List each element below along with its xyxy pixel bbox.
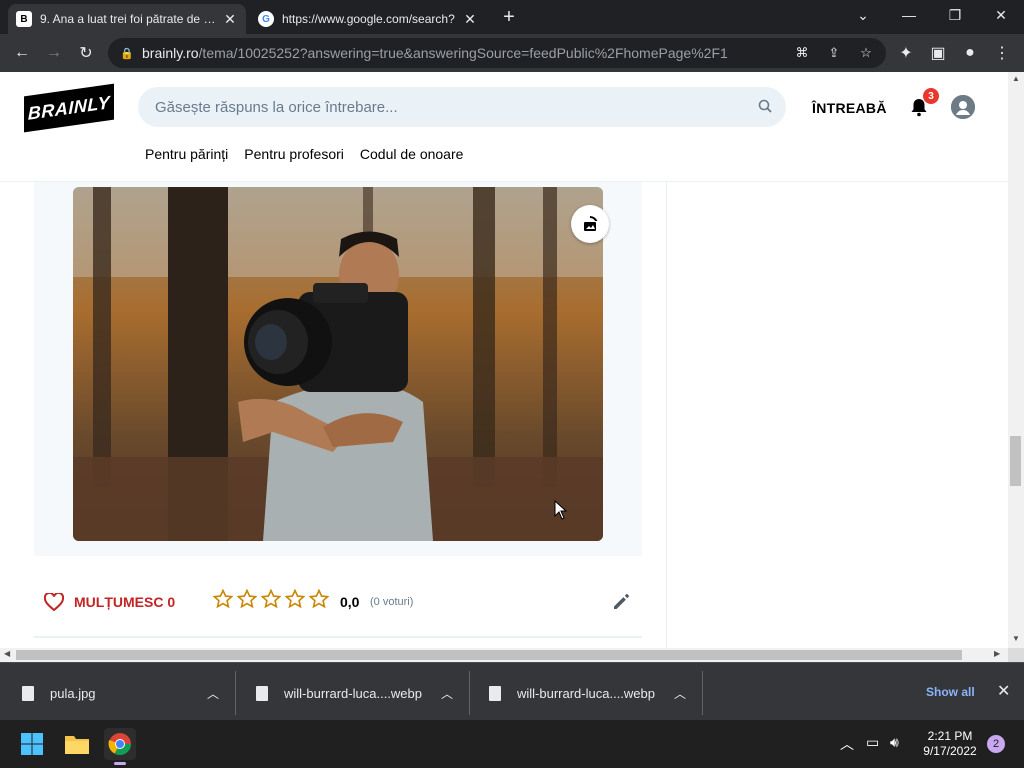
ask-button[interactable]: ÎNTREABĂ — [812, 100, 887, 116]
brainly-logo[interactable]: BRAINLY — [24, 83, 114, 133]
section-divider — [34, 636, 642, 638]
active-app-indicator — [114, 762, 126, 765]
back-button[interactable]: ← — [10, 41, 34, 65]
tab-strip: B 9. Ana a luat trei foi pătrate de ca ✕… — [0, 0, 1024, 34]
download-item[interactable]: will-burrard-luca....webp ︿ — [470, 671, 703, 715]
page-viewport: BRAINLY Găsește răspuns la orice întreba… — [0, 72, 1008, 648]
windows-taskbar: ︿ ▭ 🔊︎ 2:21 PM 9/17/2022 2 — [0, 720, 1024, 768]
file-icon — [489, 685, 501, 701]
download-filename: will-burrard-luca....webp — [517, 685, 655, 701]
network-icon[interactable]: ▭ — [866, 734, 879, 751]
side-panel-icon[interactable]: ▣ — [926, 41, 950, 65]
subnav-parents-link[interactable]: Pentru părinți — [145, 146, 228, 162]
mouse-cursor-icon — [554, 499, 568, 525]
close-download-bar-icon[interactable]: ✕ — [997, 681, 1010, 701]
vertical-scrollbar[interactable]: ▲ ▼ — [1008, 72, 1024, 648]
url-host: brainly.ro — [142, 45, 199, 61]
download-filename: pula.jpg — [50, 685, 96, 701]
reload-button[interactable]: ↻ — [74, 41, 98, 65]
brainly-favicon-icon: B — [16, 11, 32, 27]
minimize-button[interactable]: — — [886, 0, 932, 30]
chevron-up-icon[interactable]: ︿ — [441, 685, 453, 702]
lock-icon: 🔒 — [120, 47, 134, 60]
volume-icon[interactable]: 🔊︎ — [890, 734, 899, 751]
site-header: BRAINLY Găsește răspuns la orice întreba… — [0, 72, 1008, 182]
heart-icon — [44, 593, 64, 611]
thanks-button[interactable]: MULȚUMESC 0 — [44, 589, 175, 615]
file-icon — [256, 685, 268, 701]
rating-value: 0,0 — [340, 594, 360, 610]
close-window-button[interactable]: ✕ — [978, 0, 1024, 30]
download-item[interactable]: will-burrard-luca....webp ︿ — [236, 671, 470, 715]
download-filename: will-burrard-luca....webp — [284, 685, 422, 701]
chevron-up-icon[interactable]: ︿ — [207, 685, 219, 702]
vote-count: (0 voturi) — [370, 596, 414, 608]
subnav-honor-code-link[interactable]: Codul de onoare — [360, 146, 464, 162]
star-rating[interactable] — [213, 589, 329, 609]
answer-attachment-image[interactable] — [73, 187, 603, 541]
download-bar: pula.jpg ︿ will-burrard-luca....webp ︿ w… — [0, 662, 1024, 720]
download-item[interactable]: pula.jpg ︿ — [0, 671, 236, 715]
restore-button[interactable]: ❐ — [932, 0, 978, 30]
rotate-image-icon[interactable] — [571, 205, 609, 243]
tab-title: https://www.google.com/search? — [282, 12, 455, 26]
new-tab-button[interactable]: + — [498, 6, 520, 28]
tab-search-chevron-icon[interactable]: ⌄ — [840, 0, 886, 30]
clock-date: 9/17/2022 — [923, 744, 977, 758]
browser-toolbar: ← → ↻ 🔒 brainly.ro /tema/10025252?answer… — [0, 34, 1024, 72]
notification-badge: 3 — [923, 88, 939, 104]
edit-pencil-icon[interactable] — [611, 590, 633, 612]
search-icon[interactable] — [758, 99, 772, 116]
forward-button[interactable]: → — [42, 41, 66, 65]
extensions-icon[interactable]: ✦ — [894, 41, 918, 65]
star-icon[interactable] — [285, 589, 305, 609]
chevron-up-icon[interactable]: ︿ — [674, 685, 686, 702]
tray-chevron-up-icon[interactable]: ︿ — [840, 734, 854, 754]
url-path: /tema/10025252?answering=true&answeringS… — [198, 45, 728, 61]
star-icon[interactable] — [309, 589, 329, 609]
show-all-downloads-link[interactable]: Show all — [926, 685, 975, 699]
menu-kebab-icon[interactable]: ⋮ — [990, 41, 1014, 65]
tab-title: 9. Ana a luat trei foi pătrate de ca — [40, 12, 216, 26]
search-placeholder: Găsește răspuns la orice întrebare... — [155, 98, 398, 116]
share-icon[interactable]: ⇪ — [822, 41, 846, 65]
horizontal-scroll-thumb[interactable] — [16, 650, 962, 660]
subnav-teachers-link[interactable]: Pentru profesori — [244, 146, 344, 162]
subnav: Pentru părinți Pentru profesori Codul de… — [145, 146, 463, 162]
clock-time: 2:21 PM — [927, 729, 973, 743]
scroll-up-icon[interactable]: ▲ — [1012, 74, 1020, 83]
scroll-down-icon[interactable]: ▼ — [1012, 634, 1020, 643]
chrome-taskbar-icon[interactable] — [104, 728, 136, 765]
tab-brainly[interactable]: B 9. Ana a luat trei foi pătrate de ca ✕ — [8, 4, 246, 34]
avatar[interactable] — [951, 95, 975, 119]
file-icon — [22, 685, 34, 701]
vertical-scroll-thumb[interactable] — [1010, 436, 1021, 486]
tab-google[interactable]: G https://www.google.com/search? ✕ — [250, 4, 486, 34]
search-input[interactable]: Găsește răspuns la orice întrebare... — [138, 87, 786, 127]
horizontal-scrollbar[interactable]: ◀ ▶ — [0, 648, 1008, 662]
scroll-right-icon[interactable]: ▶ — [994, 649, 1000, 658]
google-favicon-icon: G — [258, 11, 274, 27]
star-icon[interactable] — [213, 589, 233, 609]
profile-icon[interactable]: ● — [958, 41, 982, 65]
close-tab-icon[interactable]: ✕ — [462, 11, 478, 28]
translate-icon[interactable]: ⌘ — [790, 41, 814, 65]
notification-count-badge[interactable]: 2 — [987, 735, 1005, 753]
right-column-divider — [666, 182, 667, 648]
scroll-left-icon[interactable]: ◀ — [4, 649, 10, 658]
star-icon[interactable] — [237, 589, 257, 609]
file-explorer-icon[interactable] — [61, 728, 93, 760]
bookmark-star-icon[interactable]: ☆ — [854, 41, 878, 65]
close-tab-icon[interactable]: ✕ — [222, 11, 238, 28]
scroll-corner — [1008, 648, 1024, 662]
windows-start-icon[interactable] — [16, 728, 48, 760]
star-icon[interactable] — [261, 589, 281, 609]
system-clock[interactable]: 2:21 PM 9/17/2022 — [920, 729, 980, 759]
thanks-label: MULȚUMESC 0 — [74, 594, 176, 610]
address-bar[interactable]: 🔒 brainly.ro /tema/10025252?answering=tr… — [108, 38, 886, 68]
